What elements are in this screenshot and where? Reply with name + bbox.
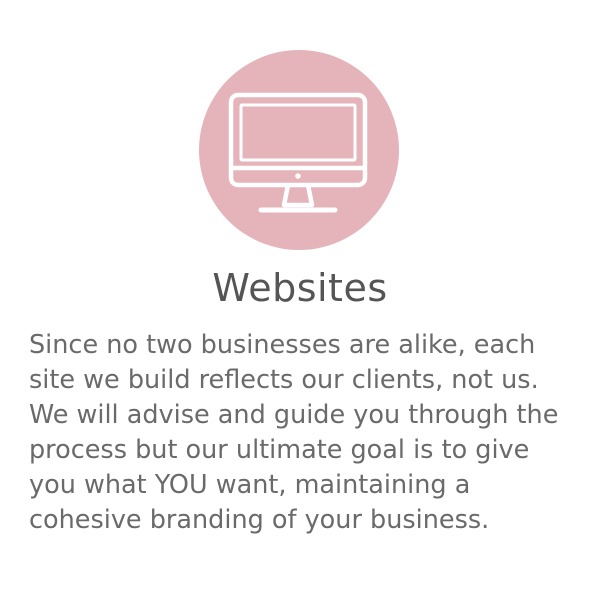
card-title: Websites — [212, 266, 388, 310]
service-card: Websites Since no two businesses are ali… — [0, 0, 600, 600]
card-description: Since no two businesses are alike, each … — [29, 330, 559, 535]
icon-badge — [199, 50, 399, 250]
desktop-monitor-icon — [228, 92, 368, 213]
